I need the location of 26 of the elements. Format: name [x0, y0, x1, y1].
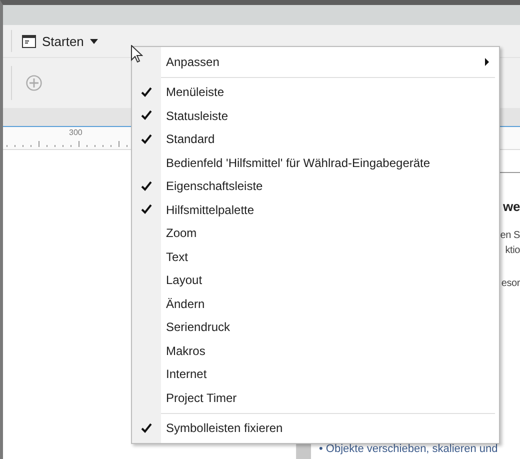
menu-item[interactable]: Hilfsmittelpalette: [132, 198, 499, 222]
menu-item[interactable]: Eigenschaftsleiste: [132, 174, 499, 198]
menu-item[interactable]: Symbolleisten fixieren: [132, 416, 499, 440]
menu-item[interactable]: Makros: [132, 339, 499, 362]
panel-heading: we: [502, 199, 520, 214]
menu-item[interactable]: Menüleiste: [132, 80, 499, 104]
menu-item[interactable]: Ändern: [132, 292, 499, 316]
panel-text: en S: [499, 230, 520, 241]
ruler-label: 300: [69, 128, 82, 137]
menu-item[interactable]: Standard: [132, 128, 499, 151]
menu-item[interactable]: Text: [132, 245, 499, 268]
menu-item[interactable]: Bedienfeld 'Hilfsmittel' für Wählrad-Eingabegeräte: [132, 151, 499, 174]
caret-icon: [90, 38, 98, 44]
panel-text: esor: [500, 278, 520, 289]
menu-item[interactable]: Project Timer: [132, 386, 499, 410]
start-button[interactable]: Starten: [18, 32, 102, 50]
menu-item[interactable]: Internet: [132, 362, 499, 386]
menu-item[interactable]: Seriendruck: [132, 316, 499, 339]
bullet-text: • Objekte verschieben, skalieren und: [318, 443, 498, 457]
submenu-arrow-icon: [485, 58, 489, 66]
panel-text: ktio: [504, 245, 520, 256]
menu-item[interactable]: Statusleiste: [132, 104, 499, 128]
window-icon: [22, 34, 36, 48]
menu-item[interactable]: Zoom: [132, 222, 499, 245]
add-icon[interactable]: [26, 75, 42, 91]
menu-item[interactable]: Layout: [132, 268, 499, 292]
